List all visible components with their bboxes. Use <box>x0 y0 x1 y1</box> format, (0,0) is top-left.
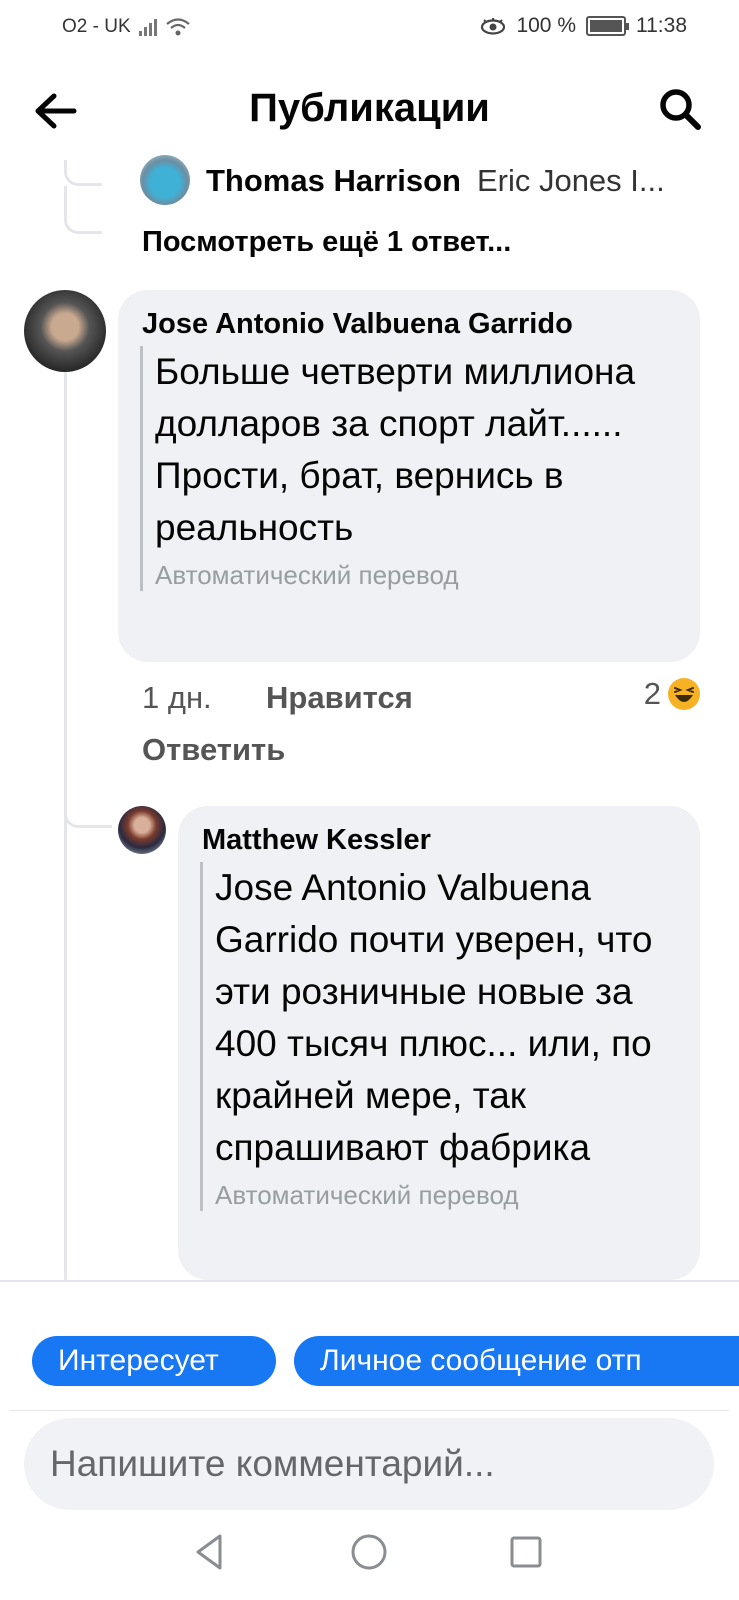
avatar[interactable] <box>118 806 166 854</box>
reply-author[interactable]: Matthew Kessler <box>202 824 431 857</box>
comment-composer[interactable] <box>24 1418 714 1510</box>
avatar[interactable] <box>140 155 190 205</box>
reply-button[interactable]: Ответить <box>142 732 285 768</box>
reply-snippet: Eric Jones I... <box>476 163 665 198</box>
status-bar: O2 - UK 100 % 11:38 <box>0 0 739 58</box>
view-more-replies-link[interactable]: Посмотреть ещё 1 ответ... <box>142 226 511 259</box>
reply-bubble: Matthew Kessler Jose Antonio Valbuena Ga… <box>178 806 700 1280</box>
home-circle-icon[interactable] <box>347 1530 391 1574</box>
quick-reply-chip[interactable]: Личное сообщение отп <box>294 1336 739 1386</box>
like-button[interactable]: Нравится <box>266 680 413 716</box>
system-nav-bar <box>0 1520 739 1600</box>
recents-square-icon[interactable] <box>504 1530 548 1574</box>
carrier-label: O2 - UK <box>62 16 131 37</box>
quick-replies: Интересует Личное сообщение отп <box>32 1336 739 1386</box>
auto-translation-label[interactable]: Автоматический перевод <box>215 1180 680 1211</box>
reply-text: Jose Antonio Valbuena Garrido почти увер… <box>215 867 653 1168</box>
haha-emoji-icon <box>668 678 700 710</box>
clock: 11:38 <box>636 14 687 37</box>
eye-comfort-icon <box>481 18 506 35</box>
comment-input[interactable] <box>50 1418 690 1510</box>
battery-icon <box>586 16 629 36</box>
avatar[interactable] <box>24 290 106 372</box>
thread-connector <box>64 160 102 186</box>
app-header: Публикации <box>0 70 739 150</box>
search-icon[interactable] <box>657 86 703 132</box>
comment-text: Больше четверти миллиона долларов за спо… <box>155 351 636 548</box>
thread-connector <box>64 186 102 234</box>
reply-author[interactable]: Thomas Harrison <box>206 163 461 199</box>
previous-reply[interactable]: Thomas Harrison Eric Jones I... <box>206 158 739 204</box>
reaction-count[interactable]: 2 <box>644 676 701 712</box>
comment-time: 1 дн. <box>142 680 212 715</box>
thread-line <box>64 372 67 1280</box>
comment-bubble: Jose Antonio Valbuena Garrido Больше чет… <box>118 290 700 662</box>
battery-percent: 100 % <box>516 14 576 37</box>
comment-author[interactable]: Jose Antonio Valbuena Garrido <box>142 308 573 341</box>
wifi-icon <box>165 18 190 36</box>
signal-icon <box>138 18 157 36</box>
reaction-number: 2 <box>643 676 661 711</box>
page-title: Публикации <box>249 86 490 130</box>
back-triangle-icon[interactable] <box>188 1530 232 1574</box>
auto-translation-label[interactable]: Автоматический перевод <box>155 560 680 591</box>
thread-connector <box>64 790 112 828</box>
quick-reply-chip[interactable]: Интересует <box>32 1336 276 1386</box>
divider <box>10 1410 729 1411</box>
